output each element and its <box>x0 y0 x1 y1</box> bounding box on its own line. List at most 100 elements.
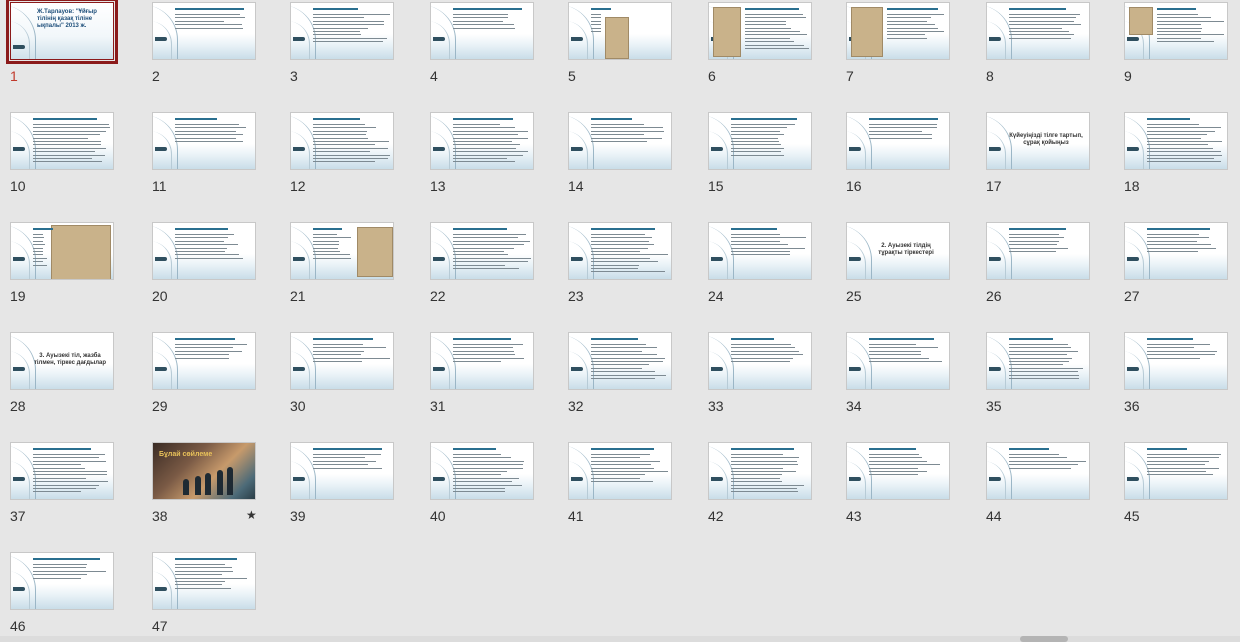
slide-preview[interactable] <box>986 332 1090 390</box>
slide-preview[interactable]: Ж.Тарлауов: "Ұйғыр тілінің қазақ тіліне … <box>6 0 118 64</box>
slide-thumbnail-40[interactable]: 40 <box>430 442 548 530</box>
slide-preview[interactable] <box>568 332 672 390</box>
slide-preview[interactable] <box>1124 222 1228 280</box>
slide-preview[interactable] <box>152 552 256 610</box>
slide-preview[interactable] <box>986 2 1090 60</box>
slide-preview[interactable] <box>10 112 114 170</box>
slide-thumbnail-4[interactable]: 4 <box>430 2 548 90</box>
slide-thumbnail-11[interactable]: 11 <box>152 112 270 200</box>
slide-preview[interactable] <box>1124 2 1228 60</box>
slide-preview[interactable] <box>430 332 534 390</box>
slide-preview[interactable] <box>986 442 1090 500</box>
slide-preview[interactable] <box>846 2 950 60</box>
slide-preview[interactable] <box>290 222 394 280</box>
slide-thumbnail-13[interactable]: 13 <box>430 112 548 200</box>
slide-preview[interactable]: Күйеуіңізді тілге тартып, сұрақ қойыңыз <box>986 112 1090 170</box>
slide-preview[interactable] <box>708 112 812 170</box>
slide-preview[interactable] <box>430 222 534 280</box>
slide-preview[interactable] <box>152 222 256 280</box>
slide-thumbnail-43[interactable]: 43 <box>846 442 964 530</box>
slide-preview[interactable] <box>430 112 534 170</box>
slide-thumbnail-44[interactable]: 44 <box>986 442 1104 530</box>
slide-thumbnail-34[interactable]: 34 <box>846 332 964 420</box>
slide-thumbnail-27[interactable]: 27 <box>1124 222 1240 310</box>
slide-thumbnail-18[interactable]: 18 <box>1124 112 1240 200</box>
slide-thumbnail-28[interactable]: 3. Ауызекі тіл, жазба тілмен, тіркес дағ… <box>10 332 128 420</box>
slide-thumbnail-36[interactable]: 36 <box>1124 332 1240 420</box>
slide-preview[interactable] <box>708 332 812 390</box>
slide-preview[interactable] <box>568 2 672 60</box>
slide-preview[interactable] <box>568 442 672 500</box>
slide-thumbnail-22[interactable]: 22 <box>430 222 548 310</box>
slide-text-line <box>33 460 106 462</box>
slide-preview[interactable] <box>846 112 950 170</box>
slide-thumbnail-47[interactable]: 47 <box>152 552 270 640</box>
slide-thumbnail-14[interactable]: 14 <box>568 112 686 200</box>
slide-thumbnail-8[interactable]: 8 <box>986 2 1104 90</box>
slide-preview[interactable]: Бұлай сөйлеме <box>152 442 256 500</box>
slide-thumbnail-41[interactable]: 41 <box>568 442 686 530</box>
slide-preview[interactable] <box>290 112 394 170</box>
slide-preview[interactable] <box>986 222 1090 280</box>
slide-preview[interactable]: 3. Ауызекі тіл, жазба тілмен, тіркес дағ… <box>10 332 114 390</box>
slide-preview[interactable] <box>708 2 812 60</box>
slide-thumbnail-7[interactable]: 7 <box>846 2 964 90</box>
horizontal-scrollbar[interactable] <box>0 636 1240 642</box>
slide-preview[interactable] <box>708 222 812 280</box>
slide-thumbnail-5[interactable]: 5 <box>568 2 686 90</box>
slide-thumbnail-31[interactable]: 31 <box>430 332 548 420</box>
slide-preview[interactable]: 2. Ауызекі тілдің тұрақты тіркестері <box>846 222 950 280</box>
slide-preview[interactable] <box>10 552 114 610</box>
slide-thumbnail-23[interactable]: 23 <box>568 222 686 310</box>
slide-preview[interactable] <box>430 442 534 500</box>
slide-thumbnail-39[interactable]: 39 <box>290 442 408 530</box>
slide-preview[interactable] <box>568 112 672 170</box>
slide-thumbnail-25[interactable]: 2. Ауызекі тілдің тұрақты тіркестері 25 <box>846 222 964 310</box>
slide-thumbnail-29[interactable]: 29 <box>152 332 270 420</box>
slide-thumbnail-35[interactable]: 35 <box>986 332 1104 420</box>
slide-preview[interactable] <box>290 2 394 60</box>
slide-preview[interactable] <box>846 332 950 390</box>
slide-preview[interactable] <box>152 2 256 60</box>
slide-preview[interactable] <box>708 442 812 500</box>
slide-thumbnail-2[interactable]: 2 <box>152 2 270 90</box>
slide-thumbnail-16[interactable]: 16 <box>846 112 964 200</box>
slide-preview[interactable] <box>152 332 256 390</box>
slide-thumbnail-45[interactable]: 45 <box>1124 442 1240 530</box>
slide-preview[interactable] <box>290 332 394 390</box>
slide-thumbnail-42[interactable]: 42 <box>708 442 826 530</box>
slide-thumbnail-20[interactable]: 20 <box>152 222 270 310</box>
slide-thumbnail-9[interactable]: 9 <box>1124 2 1240 90</box>
slide-thumbnail-30[interactable]: 30 <box>290 332 408 420</box>
slide-thumbnail-33[interactable]: 33 <box>708 332 826 420</box>
slide-preview[interactable] <box>10 222 114 280</box>
slide-preview[interactable] <box>290 442 394 500</box>
slide-thumbnail-3[interactable]: 3 <box>290 2 408 90</box>
scrollbar-thumb[interactable] <box>1020 636 1068 642</box>
slide-thumbnail-26[interactable]: 26 <box>986 222 1104 310</box>
slide-preview[interactable] <box>430 2 534 60</box>
slide-preview[interactable] <box>846 442 950 500</box>
slide-thumbnail-1[interactable]: Ж.Тарлауов: "Ұйғыр тілінің қазақ тіліне … <box>6 0 128 90</box>
slide-thumbnail-21[interactable]: 21 <box>290 222 408 310</box>
slide-thumbnail-10[interactable]: 10 <box>10 112 128 200</box>
slide-thumbnail-37[interactable]: 37 <box>10 442 128 530</box>
slide-preview[interactable] <box>10 442 114 500</box>
slide-preview[interactable] <box>1124 332 1228 390</box>
photo-figure <box>195 476 201 495</box>
slide-thumbnail-24[interactable]: 24 <box>708 222 826 310</box>
slide-preview[interactable] <box>152 112 256 170</box>
slide-text-line <box>731 130 780 132</box>
slide-thumbnail-38[interactable]: Бұлай сөйлеме 38 ★ <box>152 442 270 530</box>
slide-preview[interactable] <box>1124 442 1228 500</box>
slide-thumbnail-15[interactable]: 15 <box>708 112 826 200</box>
slide-preview[interactable] <box>1124 112 1228 170</box>
slide-text-line <box>453 144 521 146</box>
slide-thumbnail-46[interactable]: 46 <box>10 552 128 640</box>
slide-thumbnail-32[interactable]: 32 <box>568 332 686 420</box>
slide-thumbnail-19[interactable]: 19 <box>10 222 128 310</box>
slide-preview[interactable] <box>568 222 672 280</box>
slide-thumbnail-12[interactable]: 12 <box>290 112 408 200</box>
slide-thumbnail-17[interactable]: Күйеуіңізді тілге тартып, сұрақ қойыңыз 1… <box>986 112 1104 200</box>
slide-thumbnail-6[interactable]: 6 <box>708 2 826 90</box>
